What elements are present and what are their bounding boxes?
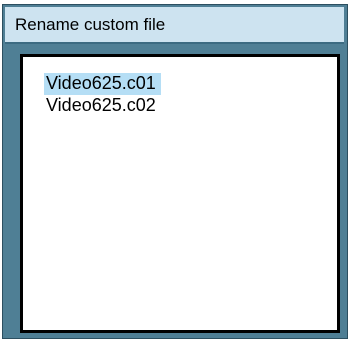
file-list-item-label: Video625.c01 (46, 73, 156, 93)
file-list-box[interactable]: Video625.c01 Video625.c02 (20, 54, 340, 333)
file-list: Video625.c01 Video625.c02 (44, 73, 161, 117)
file-list-item-label: Video625.c02 (46, 95, 156, 115)
file-list-item-c01[interactable]: Video625.c01 (44, 73, 161, 95)
dialog-title: Rename custom file (15, 15, 166, 34)
file-list-item-c02[interactable]: Video625.c02 (44, 95, 161, 117)
dialog-title-bar: Rename custom file (5, 7, 344, 44)
rename-dialog: Rename custom file Video625.c01 Video625… (2, 4, 348, 339)
